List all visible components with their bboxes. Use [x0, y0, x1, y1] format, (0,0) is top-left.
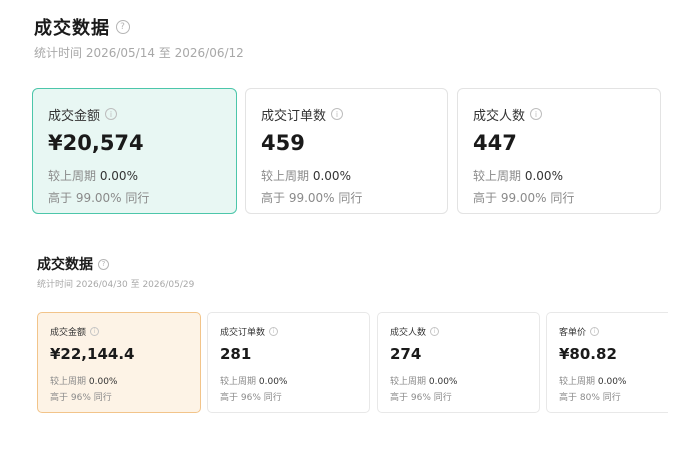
metric-peer-rank: 高于 80% 同行: [559, 393, 621, 403]
metric-compare: 较上周期 0.00%: [220, 374, 369, 387]
metric-compare-label: 较上周期: [390, 377, 427, 387]
info-icon[interactable]: i: [269, 327, 279, 336]
metric-compare: 较上周期 0.00%: [559, 374, 668, 387]
metric-label-text: 成交人数: [390, 328, 427, 338]
metric-peer-rank: 高于 96% 同行: [220, 393, 282, 403]
metric-compare-label: 较上周期: [559, 377, 596, 387]
info-icon[interactable]: i: [590, 327, 600, 336]
metric-label-text: 成交订单数: [220, 328, 266, 338]
metric-compare-value: 0.00%: [88, 377, 118, 387]
page: 成交数据 ? 统计时间 2026/05/14 至 2026/06/12 成交金额…: [0, 0, 696, 451]
metric-label-text: 客单价: [559, 328, 587, 338]
metric-card-gmv[interactable]: 成交金额 i ¥22,144.4 较上周期 0.00% 高于 96% 同行: [37, 312, 201, 413]
metric-compare: 较上周期 0.00%: [50, 374, 200, 387]
metric-compare-value: 0.00%: [597, 377, 627, 387]
metric-value: 281: [220, 345, 252, 363]
info-icon[interactable]: i: [90, 327, 100, 336]
metric-label: 成交人数 i: [390, 325, 539, 338]
metric-compare-label: 较上周期: [50, 377, 87, 387]
metric-value: ¥22,144.4: [50, 345, 135, 363]
metric-peer-rank: 高于 96% 同行: [390, 393, 452, 403]
metric-label-text: 成交金额: [50, 328, 87, 338]
metric-card-buyers[interactable]: 成交人数 i 274 较上周期 0.00% 高于 96% 同行: [377, 312, 540, 413]
metric-label: 客单价 i: [559, 325, 668, 338]
metric-card-avg-order-value[interactable]: 客单价 i ¥80.82 较上周期 0.00% 高于 80% 同行: [546, 312, 668, 413]
metric-label: 成交金额 i: [50, 325, 200, 338]
metric-value: ¥80.82: [559, 345, 617, 363]
metric-compare-value: 0.00%: [258, 377, 288, 387]
metric-card-orders[interactable]: 成交订单数 i 281 较上周期 0.00% 高于 96% 同行: [207, 312, 370, 413]
metric-compare: 较上周期 0.00%: [390, 374, 539, 387]
metric-peer-rank: 高于 96% 同行: [50, 393, 112, 403]
metric-compare-label: 较上周期: [220, 377, 257, 387]
info-icon[interactable]: i: [430, 327, 440, 336]
metric-compare-value: 0.00%: [428, 377, 458, 387]
metric-card-row: 成交金额 i ¥22,144.4 较上周期 0.00% 高于 96% 同行 成交…: [0, 0, 668, 451]
metric-value: 274: [390, 345, 422, 363]
metric-label: 成交订单数 i: [220, 325, 369, 338]
